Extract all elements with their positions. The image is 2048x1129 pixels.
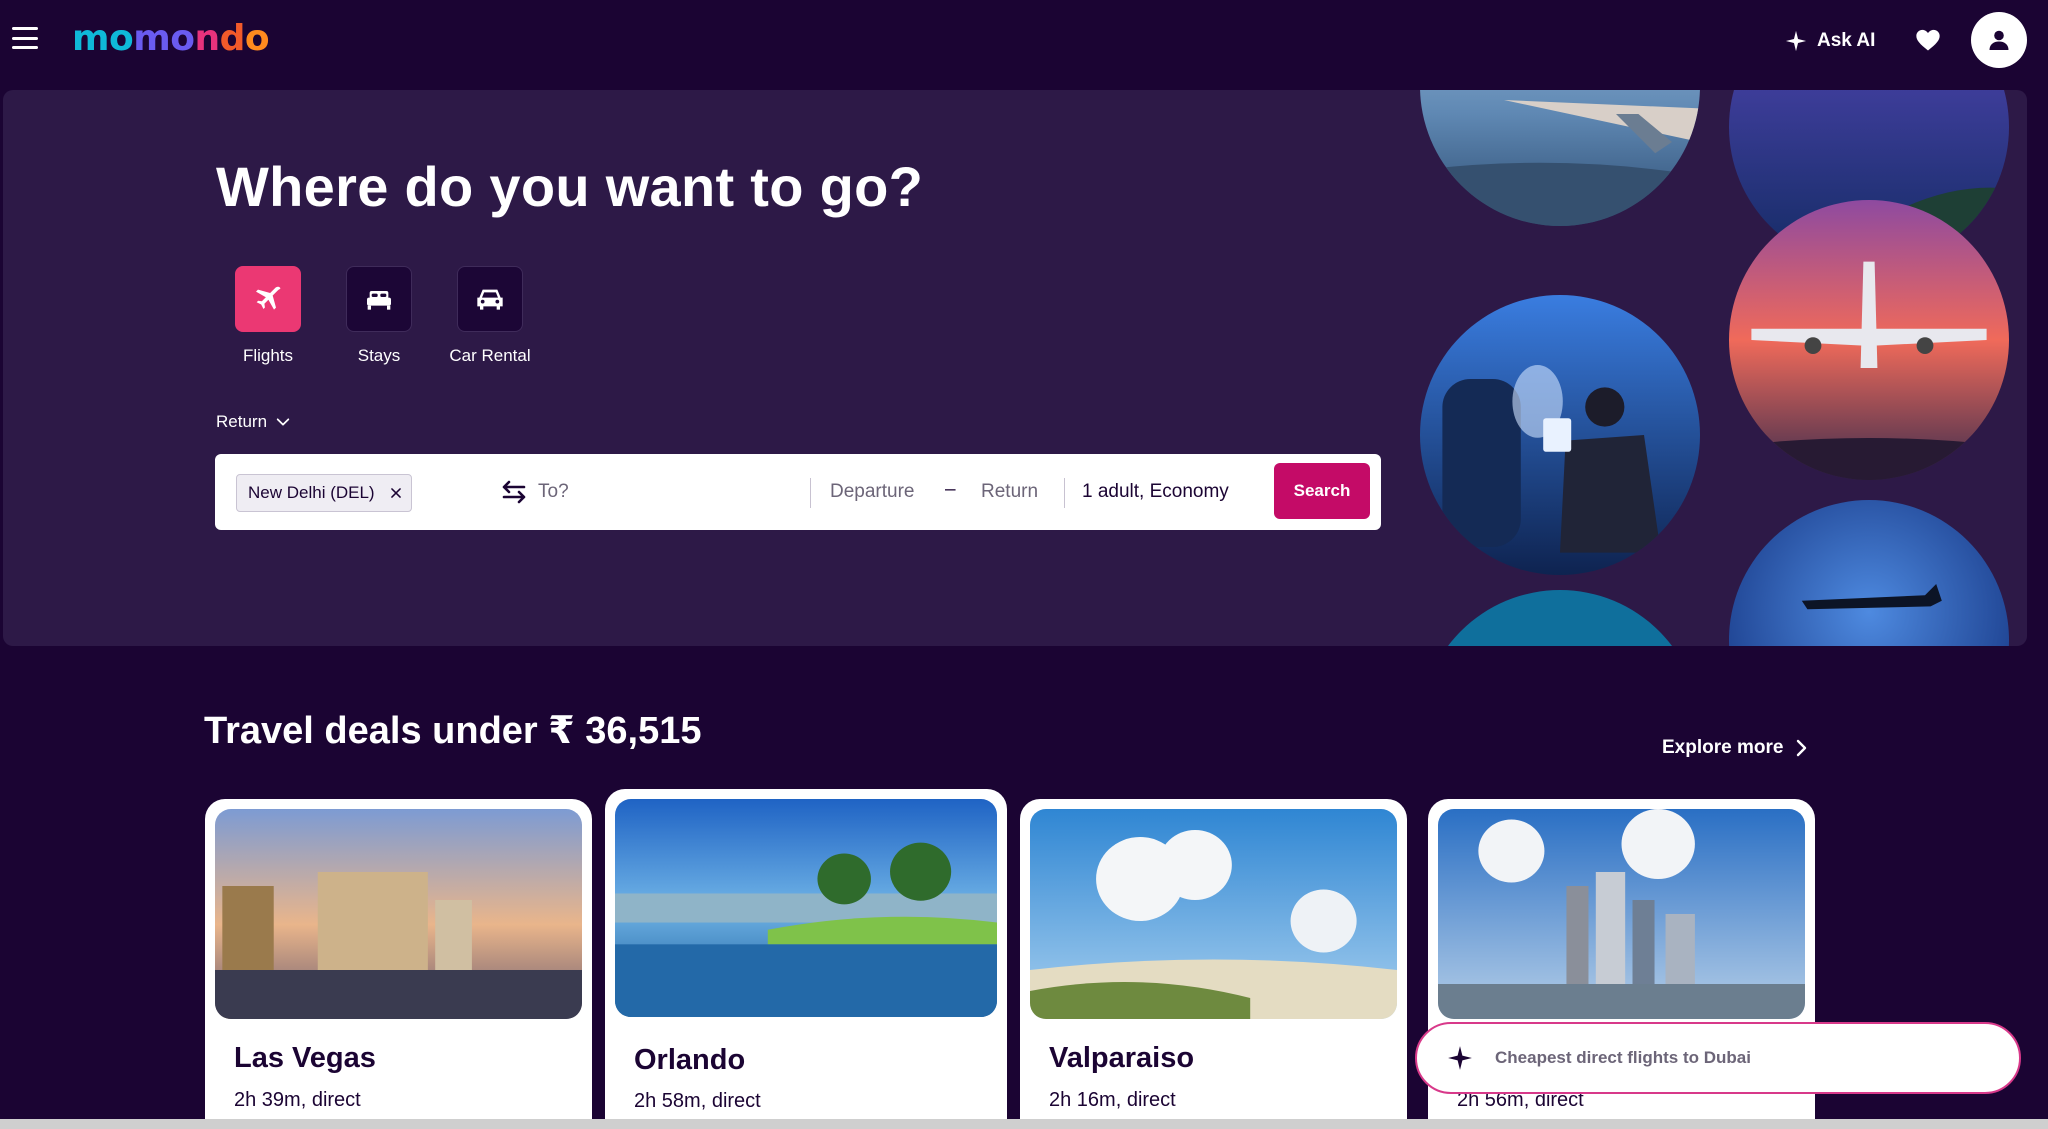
momondo-logo[interactable]: momondo (72, 18, 270, 59)
tab-stays-label: Stays (357, 346, 401, 365)
search-button[interactable]: Search (1274, 463, 1370, 519)
destination-input[interactable] (538, 472, 798, 512)
top-bar: momondo Ask AI (0, 0, 2048, 82)
trip-type-dropdown[interactable]: Return (216, 412, 291, 432)
hamburger-menu-icon[interactable] (12, 27, 38, 49)
plane-icon (256, 286, 281, 310)
flights-tile (235, 266, 301, 332)
heart-icon[interactable] (1914, 26, 1942, 54)
tab-car-rental[interactable]: Car Rental (440, 266, 540, 366)
deal-card-orlando[interactable]: Orlando 2h 58m, direct (605, 789, 1007, 1119)
window-bottom-edge (0, 1119, 2048, 1129)
origin-chip[interactable]: New Delhi (DEL) (236, 474, 412, 512)
cabin-passenger-photo (1420, 295, 1700, 575)
close-icon[interactable] (389, 486, 403, 500)
user-avatar-button[interactable] (1971, 12, 2027, 68)
deal-city: Valparaiso (1049, 1042, 1195, 1074)
user-avatar-icon (1989, 30, 2009, 50)
car-icon (477, 289, 503, 310)
valparaiso-photo (1030, 809, 1397, 1019)
deal-card-las-vegas[interactable]: Las Vegas 2h 39m, direct (205, 799, 592, 1119)
flight-search-form: New Delhi (DEL) Departure – Return 1 adu… (215, 454, 1381, 530)
swap-arrows-icon[interactable] (499, 478, 529, 506)
las-vegas-photo (215, 809, 582, 1019)
origin-label: New Delhi (DEL) (248, 483, 375, 502)
ai-prompt-suggestion[interactable]: Cheapest direct flights to Dubai (1415, 1022, 2021, 1094)
tab-car-rental-label: Car Rental (449, 346, 531, 365)
tab-flights-label: Flights (242, 346, 294, 365)
orlando-photo (615, 799, 997, 1017)
deal-duration: 2h 58m, direct (634, 1090, 761, 1112)
car-rental-tile (457, 266, 523, 332)
chevron-down-icon (276, 418, 290, 426)
sparkle-icon (1785, 30, 1807, 52)
field-divider (1064, 478, 1065, 508)
ai-prompt-text: Cheapest direct flights to Dubai (1495, 1048, 1751, 1067)
explore-more-link[interactable]: Explore more (1662, 737, 1809, 759)
bed-icon (367, 291, 391, 310)
field-divider (810, 478, 811, 508)
sparkle-icon (1448, 1046, 1472, 1070)
return-date-field[interactable]: Return (981, 481, 1038, 503)
travellers-cabin-selector[interactable]: 1 adult, Economy (1082, 481, 1229, 503)
deal-card-valparaiso[interactable]: Valparaiso 2h 16m, direct (1020, 799, 1407, 1119)
tab-flights[interactable]: Flights (218, 266, 318, 366)
explore-more-label: Explore more (1662, 737, 1784, 758)
deal-duration: 2h 39m, direct (234, 1089, 361, 1111)
date-separator: – (945, 479, 956, 500)
trip-type-label: Return (216, 412, 268, 431)
departure-date-field[interactable]: Departure (830, 481, 915, 503)
plane-moon-photo (1729, 500, 2009, 646)
deal-city: Orlando (634, 1044, 746, 1076)
plane-wing-photo (1420, 90, 1700, 226)
deal-duration: 2h 16m, direct (1049, 1089, 1176, 1111)
tab-stays[interactable]: Stays (329, 266, 429, 366)
hero-panel: Where do you want to go? Flights Stays C… (3, 90, 2027, 646)
plane-sunset-photo (1729, 200, 2009, 480)
deals-title: Travel deals under ₹ 36,515 (204, 710, 702, 752)
chevron-right-icon (1797, 739, 1807, 757)
ask-ai-button[interactable]: Ask AI (1785, 26, 1875, 56)
deal-city: Las Vegas (234, 1042, 376, 1074)
stays-tile (346, 266, 412, 332)
hero-title: Where do you want to go? (216, 155, 924, 218)
ocean-photo (1420, 590, 1700, 646)
city-skyline-photo (1438, 809, 1805, 1019)
ask-ai-label: Ask AI (1817, 30, 1876, 51)
